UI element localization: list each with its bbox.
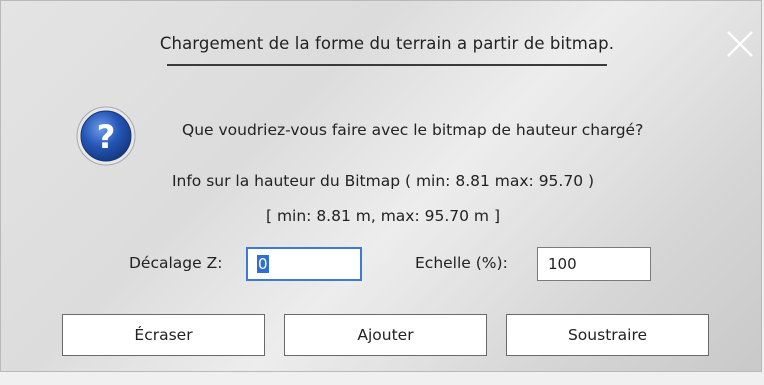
scale-input[interactable]: 100 bbox=[537, 247, 651, 281]
terrain-bitmap-dialog: Chargement de la forme du terrain a part… bbox=[0, 0, 762, 372]
question-text: Que voudriez-vous faire avec le bitmap d… bbox=[182, 121, 644, 139]
dialog-title: Chargement de la forme du terrain a part… bbox=[159, 34, 615, 53]
svg-text:?: ? bbox=[97, 118, 116, 156]
z-offset-value: 0 bbox=[257, 255, 269, 273]
bitmap-height-range: [ min: 8.81 m, max: 95.70 m ] bbox=[265, 207, 501, 225]
title-underline bbox=[167, 64, 607, 66]
overwrite-button[interactable]: Écraser bbox=[62, 314, 265, 356]
z-offset-input[interactable]: 0 bbox=[246, 247, 362, 281]
bitmap-height-info: Info sur la hauteur du Bitmap ( min: 8.8… bbox=[171, 172, 595, 190]
subtract-button[interactable]: Soustraire bbox=[506, 314, 709, 356]
close-button[interactable] bbox=[723, 27, 757, 61]
question-mark-icon: ? bbox=[75, 105, 137, 167]
z-offset-label: Décalage Z: bbox=[129, 254, 223, 272]
add-button[interactable]: Ajouter bbox=[284, 314, 487, 356]
scale-label: Echelle (%): bbox=[415, 254, 508, 272]
close-icon bbox=[727, 31, 753, 57]
